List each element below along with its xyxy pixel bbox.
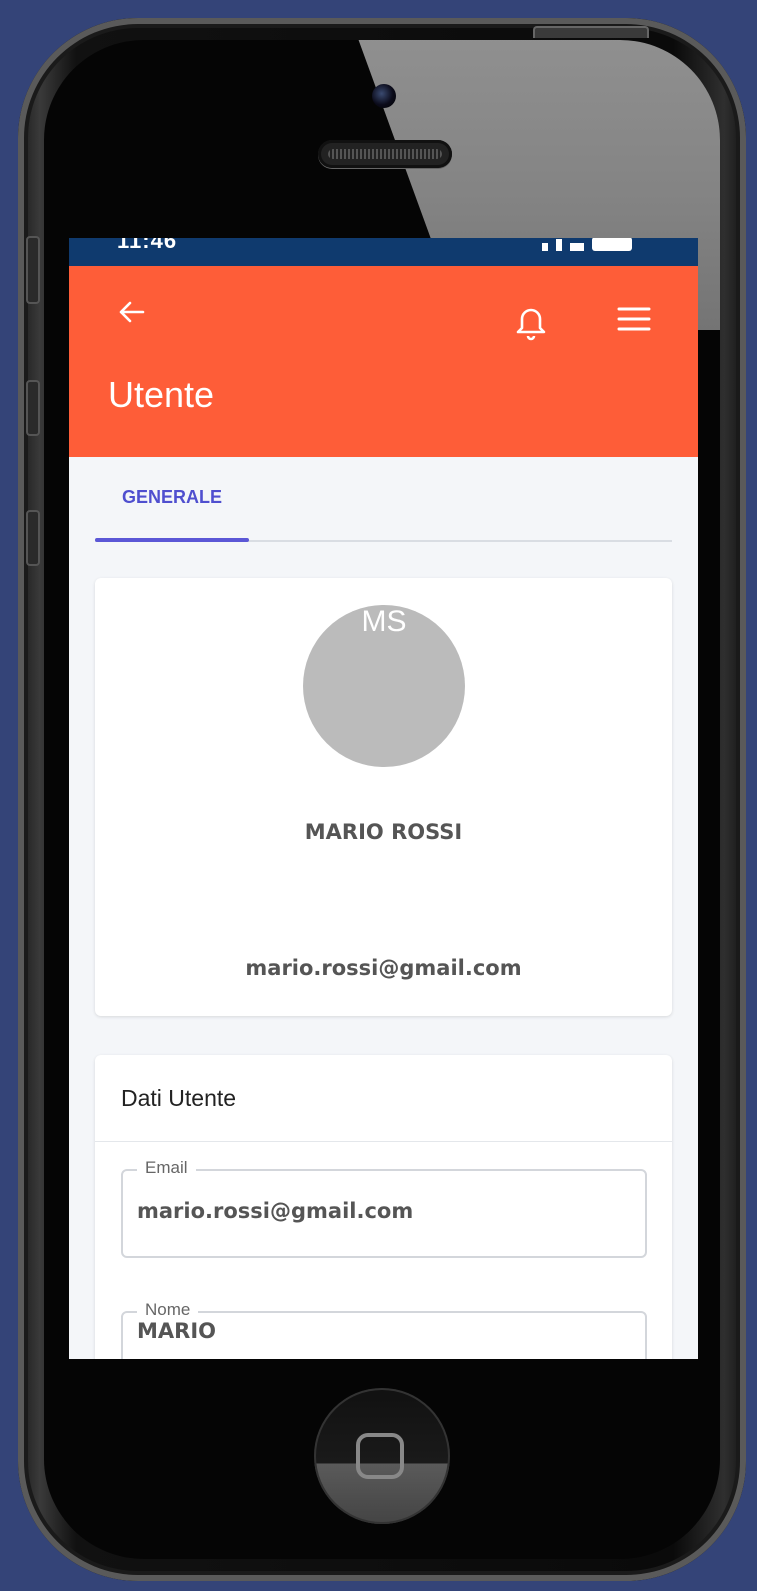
card-title: Dati Utente <box>121 1085 237 1111</box>
email-field-label: Email <box>137 1158 196 1178</box>
battery-icon <box>592 238 632 251</box>
email-field-value: mario.rossi@gmail.com <box>137 1199 414 1223</box>
active-tab-indicator <box>95 538 249 542</box>
mute-switch <box>26 236 40 304</box>
user-full-name: MARIO ROSSI <box>304 820 463 844</box>
home-square-icon <box>356 1433 404 1479</box>
avatar: MS <box>303 605 465 767</box>
name-field-label: Nome <box>137 1300 199 1320</box>
volume-up-button <box>26 380 40 436</box>
wifi-icon <box>570 243 584 251</box>
card-header: Dati Utente <box>95 1055 672 1142</box>
tab-bar: GENERALE <box>95 457 672 542</box>
profile-card: MS MARIO ROSSI mario.rossi@gmail.com <box>95 578 672 1016</box>
page-title: Utente <box>108 374 215 415</box>
status-bar: 11:46 <box>69 238 698 266</box>
name-field[interactable]: Nome MARIO <box>121 1300 647 1359</box>
signal-icon <box>556 239 562 251</box>
tab-label: GENERALE <box>121 487 222 507</box>
user-email: mario.rossi@gmail.com <box>245 956 522 980</box>
bell-icon[interactable] <box>513 302 549 342</box>
status-time: 11:46 <box>117 238 178 253</box>
email-field[interactable]: Email mario.rossi@gmail.com <box>121 1158 647 1258</box>
status-icons <box>534 238 654 251</box>
back-arrow-icon[interactable] <box>117 300 145 330</box>
app-screen: 11:46 Utente GENERALE MS MARIO ROSSI mar… <box>69 238 698 1359</box>
power-button <box>533 26 649 38</box>
name-field-value: MARIO <box>137 1319 216 1343</box>
tab-generale[interactable]: GENERALE <box>95 457 249 542</box>
front-camera <box>372 84 396 108</box>
user-details-card: Dati Utente Email mario.rossi@gmail.com … <box>95 1055 672 1359</box>
signal-icon <box>542 243 548 251</box>
earpiece-speaker <box>318 140 452 168</box>
volume-down-button <box>26 510 40 566</box>
home-button[interactable] <box>314 1388 450 1524</box>
hamburger-menu-icon[interactable] <box>617 306 651 332</box>
app-bar: Utente <box>69 266 698 457</box>
